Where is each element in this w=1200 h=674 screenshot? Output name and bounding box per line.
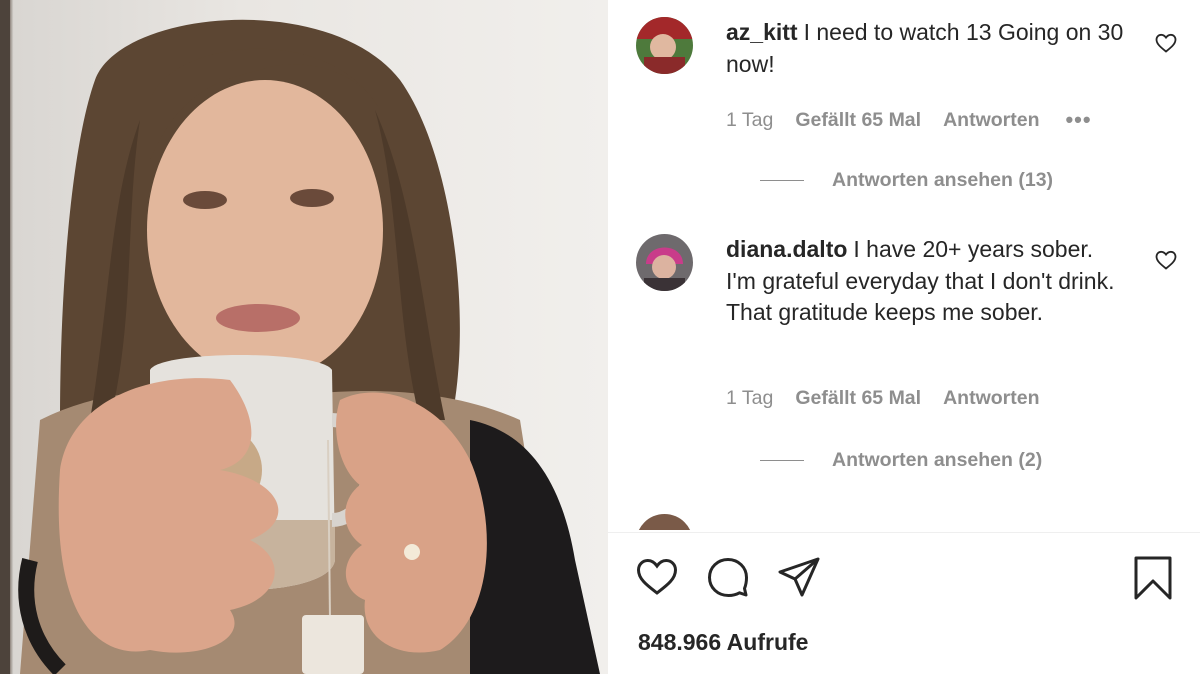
avatar-image: [636, 234, 693, 291]
heart-icon[interactable]: [1154, 248, 1178, 272]
heart-icon[interactable]: [1154, 31, 1178, 55]
avatar[interactable]: [636, 234, 693, 291]
view-replies-label: Antworten ansehen (13): [832, 169, 1054, 191]
comment-text-block: [726, 514, 1126, 530]
avatar[interactable]: [636, 514, 693, 530]
reply-button[interactable]: Antworten: [943, 387, 1039, 410]
replies-divider-line: [760, 459, 804, 462]
comment-text-block: diana.dalto I have 20+ years sober. I'm g…: [726, 234, 1126, 329]
view-replies-button[interactable]: Antworten ansehen (2): [760, 449, 1042, 472]
comment-likes[interactable]: Gefällt 65 Mal: [795, 109, 921, 132]
comments-list[interactable]: az_kitt I need to watch 13 Going on 30 no…: [608, 0, 1200, 530]
view-replies-label: Antworten ansehen (2): [832, 449, 1043, 471]
comment-likes[interactable]: Gefällt 65 Mal: [795, 387, 921, 410]
heart-icon[interactable]: [634, 554, 680, 600]
comment-meta: 1 Tag Gefällt 65 Mal Antworten: [726, 387, 1061, 410]
section-divider: [608, 532, 1200, 533]
comment-username[interactable]: az_kitt: [726, 19, 798, 45]
more-options-icon[interactable]: •••: [1065, 107, 1091, 133]
reply-button[interactable]: Antworten: [943, 109, 1039, 132]
avatar-image: [636, 17, 693, 74]
post-video[interactable]: [0, 0, 608, 674]
comment-meta: 1 Tag Gefällt 65 Mal Antworten •••: [726, 107, 1092, 133]
view-replies-button[interactable]: Antworten ansehen (13): [760, 169, 1053, 192]
action-bar: [608, 552, 1200, 608]
view-count[interactable]: 848.966 Aufrufe: [638, 629, 808, 656]
bookmark-icon[interactable]: [1130, 554, 1176, 600]
comment-text-block: az_kitt I need to watch 13 Going on 30 no…: [726, 17, 1126, 80]
avatar-image: [636, 514, 693, 530]
comment-username[interactable]: diana.dalto: [726, 236, 847, 262]
comments-panel: az_kitt I need to watch 13 Going on 30 no…: [608, 0, 1200, 674]
video-frame-illustration: [0, 0, 600, 674]
paper-plane-icon[interactable]: [776, 554, 822, 600]
comment-bubble-icon[interactable]: [705, 554, 751, 600]
comment-time[interactable]: 1 Tag: [726, 109, 773, 132]
avatar[interactable]: [636, 17, 693, 74]
replies-divider-line: [760, 179, 804, 182]
comment-time[interactable]: 1 Tag: [726, 387, 773, 410]
